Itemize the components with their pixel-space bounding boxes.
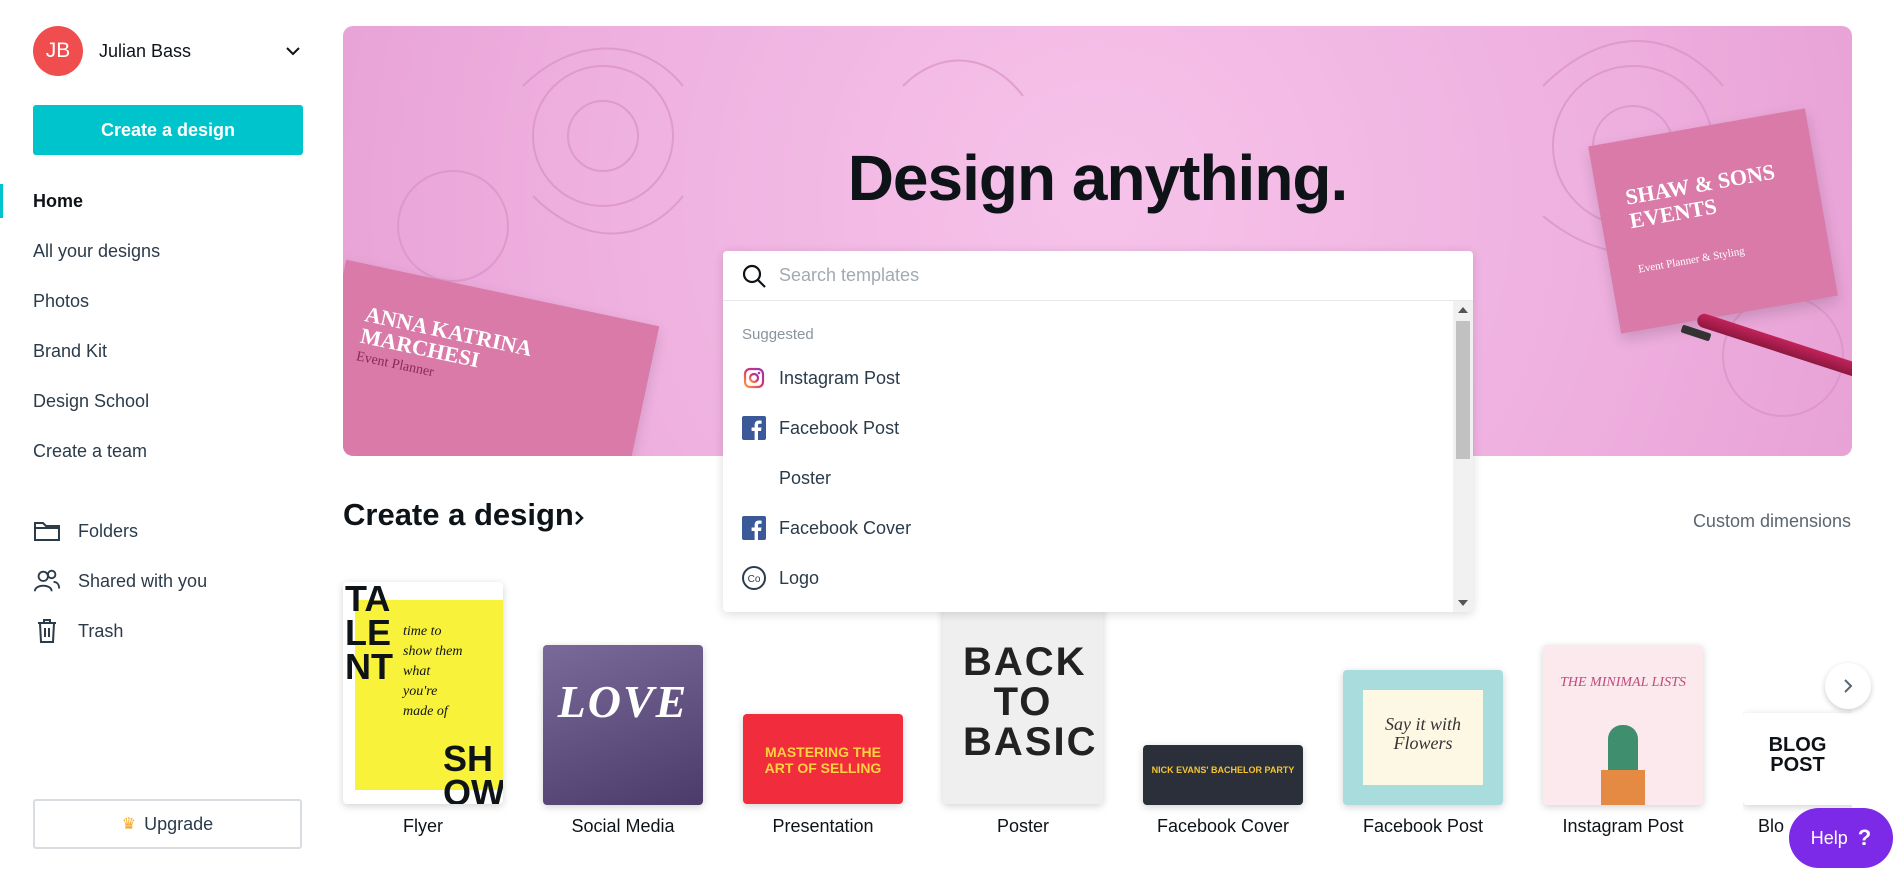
- chevron-right-icon[interactable]: [572, 508, 586, 528]
- chevron-down-icon[interactable]: [283, 41, 303, 61]
- trash-icon: [33, 617, 61, 645]
- suggestion-facebook-cover[interactable]: Facebook Cover: [723, 503, 1451, 553]
- nav-brand-kit[interactable]: Brand Kit: [0, 326, 333, 376]
- ig-art-text: THE MINIMAL LISTS: [1560, 675, 1686, 690]
- create-design-button[interactable]: Create a design: [33, 105, 303, 155]
- suggestion-facebook-post[interactable]: Facebook Post: [723, 403, 1451, 453]
- nav-trash[interactable]: Trash: [0, 606, 333, 656]
- suggestion-label: Instagram Post: [779, 367, 901, 388]
- search-dropdown: Suggested Instagram Post Facebook Post P…: [723, 251, 1473, 612]
- tile-label[interactable]: Instagram Post: [1543, 816, 1703, 837]
- folder-icon: [33, 517, 61, 545]
- nav-folders[interactable]: Folders: [0, 506, 333, 556]
- nav-trash-label: Trash: [78, 620, 124, 641]
- suggestion-label: Facebook Post: [779, 417, 900, 438]
- hero-title: Design anything.: [847, 142, 1349, 214]
- facebook-cover-thumbnail[interactable]: NICK EVANS' BACHELOR PARTY: [1143, 745, 1303, 805]
- facebook-post-thumbnail[interactable]: Say it with Flowers: [1343, 670, 1503, 805]
- crown-icon: ♛: [121, 816, 137, 833]
- suggestion-logo[interactable]: Co Logo: [723, 553, 1451, 603]
- carousel-next-button[interactable]: [1825, 663, 1871, 709]
- poster-art-text: BACK TO BASIC: [963, 640, 1098, 764]
- scroll-down-arrow[interactable]: [1458, 600, 1468, 606]
- chevron-right-icon: [1844, 679, 1853, 693]
- nav-shared[interactable]: Shared with you: [0, 556, 333, 606]
- account-menu[interactable]: JB Julian Bass: [33, 26, 303, 76]
- user-name[interactable]: Julian Bass: [99, 41, 191, 62]
- fb-post-art-text: Say it with Flowers: [1385, 714, 1461, 753]
- suggestion-poster[interactable]: Poster: [723, 453, 1451, 503]
- nav-home[interactable]: Home: [0, 176, 333, 226]
- flyer-art-text-2: SH OW: [443, 738, 503, 805]
- people-icon: [33, 567, 61, 595]
- instagram-post-thumbnail[interactable]: THE MINIMAL LISTS: [1543, 645, 1703, 805]
- main-nav: Home All your designs Photos Brand Kit D…: [0, 176, 333, 476]
- secondary-nav: Folders Shared with you Trash: [0, 506, 333, 656]
- suggestion-list: Instagram Post Facebook Post Poster Face…: [723, 353, 1451, 603]
- avatar[interactable]: JB: [33, 26, 83, 76]
- svg-text:Co: Co: [748, 574, 761, 585]
- dropdown-scrollbar[interactable]: [1453, 301, 1473, 612]
- tile-label[interactable]: Facebook Post: [1343, 816, 1503, 837]
- tile-label[interactable]: Poster: [943, 816, 1103, 837]
- poster-icon: [741, 465, 767, 491]
- help-label: Help: [1810, 827, 1848, 848]
- instagram-icon: [741, 365, 767, 391]
- poster-thumbnail[interactable]: BACK TO BASIC: [943, 582, 1103, 804]
- upgrade-label: Upgrade: [144, 813, 214, 834]
- help-button[interactable]: Help ?: [1789, 808, 1893, 868]
- upgrade-button[interactable]: ♛ Upgrade: [33, 799, 302, 849]
- suggestion-label: Facebook Cover: [779, 517, 912, 538]
- nav-design-school[interactable]: Design School: [0, 376, 333, 426]
- tile-label[interactable]: Presentation: [743, 816, 903, 837]
- presentation-art-text: MASTERING THE ART OF SELLING: [764, 744, 882, 776]
- nav-photos[interactable]: Photos: [0, 276, 333, 326]
- nav-all-designs[interactable]: All your designs: [0, 226, 333, 276]
- social-art-text: LOVE: [557, 676, 689, 727]
- blog-art-text: BLOG POST: [1768, 734, 1827, 776]
- card-left-name: ANNA KATRINA MARCHESI: [358, 301, 534, 373]
- fb-cover-art-text: NICK EVANS' BACHELOR PARTY: [1151, 765, 1295, 775]
- search-icon: [742, 264, 766, 288]
- scroll-up-arrow[interactable]: [1458, 307, 1468, 313]
- facebook-icon: [741, 415, 767, 441]
- tile-label[interactable]: Facebook Cover: [1143, 816, 1303, 837]
- search-input[interactable]: [779, 265, 1429, 286]
- flyer-thumbnail[interactable]: TA LE NT time to show them what you're m…: [343, 582, 503, 804]
- create-design-heading[interactable]: Create a design: [343, 497, 574, 533]
- suggestion-label: Logo: [779, 567, 820, 588]
- tile-label[interactable]: Flyer: [343, 816, 503, 837]
- nav-create-team[interactable]: Create a team: [0, 426, 333, 476]
- logo-icon: Co: [741, 565, 767, 591]
- card-right-role: Event Planner & Styling: [1637, 245, 1746, 276]
- scroll-thumb[interactable]: [1456, 321, 1470, 459]
- sidebar: JB Julian Bass Create a design Home All …: [0, 0, 333, 877]
- suggestion-instagram-post[interactable]: Instagram Post: [723, 353, 1451, 403]
- nav-shared-label: Shared with you: [78, 570, 208, 591]
- presentation-thumbnail[interactable]: MASTERING THE ART OF SELLING: [743, 714, 903, 804]
- blog-thumbnail[interactable]: BLOG POST: [1743, 713, 1852, 805]
- tile-label[interactable]: Social Media: [543, 816, 703, 837]
- suggested-label: Suggested: [742, 326, 814, 343]
- facebook-icon: [741, 515, 767, 541]
- social-media-thumbnail[interactable]: LOVE: [543, 645, 703, 805]
- search-bar[interactable]: [723, 251, 1473, 301]
- custom-dimensions-link[interactable]: Custom dimensions: [1693, 511, 1851, 532]
- question-icon: ?: [1857, 825, 1872, 850]
- nav-folders-label: Folders: [78, 520, 139, 541]
- suggestion-label: Poster: [779, 467, 832, 488]
